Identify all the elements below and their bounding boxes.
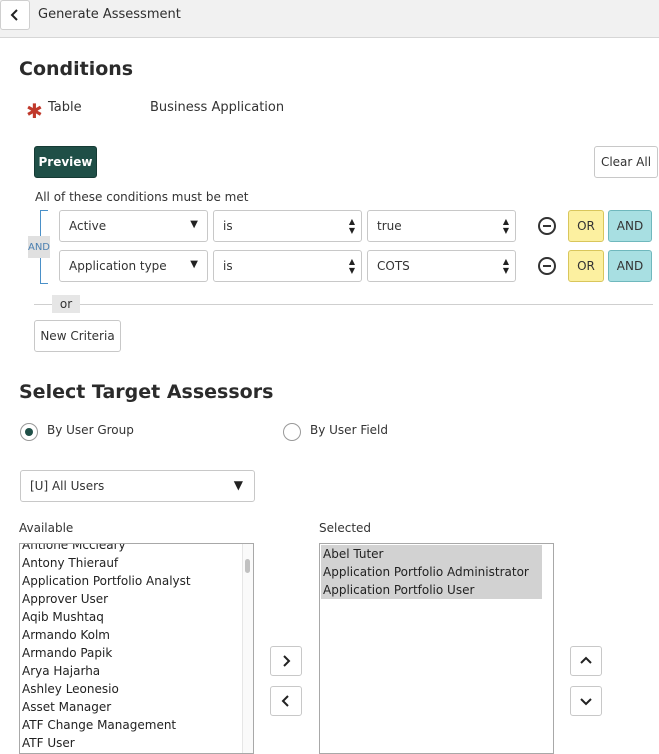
assessors-heading: Select Target Assessors [19,381,274,403]
remove-condition-icon[interactable] [538,257,556,275]
by-user-field-label: By User Field [310,423,389,437]
selected-label: Selected [319,521,372,535]
up-down-arrows-icon: ▲ ▼ [348,257,355,275]
condition-value-select[interactable]: COTS ▲ ▼ [367,250,516,282]
list-item[interactable]: Armando Papik [20,644,253,662]
list-item[interactable]: Armando Kolm [20,626,253,644]
header-bar: Generate Assessment [0,0,659,38]
list-item[interactable]: Abel Tuter [321,545,542,563]
table-value: Business Application [150,100,285,115]
list-item[interactable]: Aqib Mushtaq [20,608,253,626]
conditions-heading: Conditions [19,58,134,80]
up-down-arrows-icon: ▲ ▼ [502,257,509,275]
available-label: Available [19,521,74,535]
condition-operator-value: is [223,259,233,273]
move-up-button[interactable] [570,646,602,676]
by-user-group-label: By User Group [47,423,134,437]
or-button[interactable]: OR [568,210,604,242]
user-group-select[interactable]: [U] All Users ▼ [20,470,255,502]
list-item[interactable]: ATF Change Management [20,716,253,734]
or-button[interactable]: OR [568,250,604,282]
list-item[interactable]: Application Portfolio User [321,581,542,599]
move-left-button[interactable] [270,686,302,716]
condition-value-text: COTS [377,259,410,273]
chevron-up-icon [580,656,592,664]
condition-value-text: true [377,219,402,233]
scrollbar[interactable] [242,544,253,753]
or-divider [34,304,653,305]
required-icon: ✱ [26,99,43,123]
condition-field-select[interactable]: Active ▼ [59,210,208,242]
caret-down-icon: ▼ [233,478,243,492]
caret-down-icon: ▼ [190,219,198,230]
up-down-arrows-icon: ▲ ▼ [348,217,355,235]
preview-button[interactable]: Preview [34,146,97,178]
up-down-arrows-icon: ▲ ▼ [502,217,509,235]
available-list[interactable]: Antione Mccleary Antony Thierauf Applica… [19,543,254,754]
selected-list[interactable]: Abel Tuter Application Portfolio Adminis… [319,543,554,754]
and-button[interactable]: AND [608,250,652,282]
or-separator-label: or [52,295,80,313]
condition-value-select[interactable]: true ▲ ▼ [367,210,516,242]
list-item[interactable]: Antione Mccleary [20,544,253,554]
clear-all-button[interactable]: Clear All [594,146,658,178]
chevron-right-icon [283,655,291,667]
chevron-down-icon [580,698,592,706]
condition-field-select[interactable]: Application type ▼ [59,250,208,282]
list-item[interactable]: Application Portfolio Analyst [20,572,253,590]
list-item[interactable]: ATF User [20,734,253,752]
move-right-button[interactable] [270,646,302,676]
list-item[interactable]: Ashley Leonesio [20,680,253,698]
condition-operator-value: is [223,219,233,233]
list-item[interactable]: Approver User [20,590,253,608]
list-item[interactable]: Asset Manager [20,698,253,716]
table-label: Table [48,100,82,115]
and-group-badge: AND [28,236,50,258]
caret-down-icon: ▼ [190,259,198,270]
condition-field-value: Application type [69,259,167,273]
list-item[interactable]: Application Portfolio Administrator [321,563,542,581]
list-item[interactable]: Arya Hajarha [20,662,253,680]
by-user-field-radio[interactable] [283,423,301,441]
scrollbar-thumb[interactable] [245,559,250,573]
move-down-button[interactable] [570,686,602,716]
new-criteria-button[interactable]: New Criteria [34,320,121,352]
chevron-left-icon [281,695,289,707]
page-title: Generate Assessment [38,7,181,22]
list-item[interactable]: Antony Thierauf [20,554,253,572]
condition-field-value: Active [69,219,107,233]
condition-operator-select[interactable]: is ▲ ▼ [213,250,362,282]
remove-condition-icon[interactable] [538,217,556,235]
conditions-requirement-text: All of these conditions must be met [35,190,249,204]
back-button[interactable] [0,0,30,30]
and-button[interactable]: AND [608,210,652,242]
user-group-value: [U] All Users [30,479,105,493]
by-user-group-radio[interactable] [20,423,38,441]
chevron-left-icon [10,9,18,21]
condition-operator-select[interactable]: is ▲ ▼ [213,210,362,242]
